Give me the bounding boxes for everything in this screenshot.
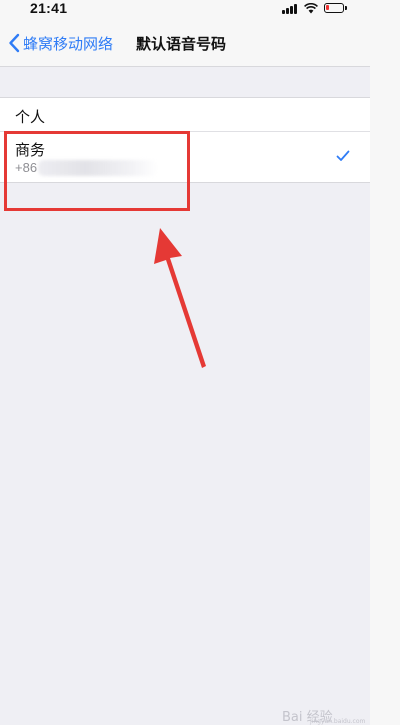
status-time: 21:41: [30, 0, 68, 16]
battery-icon: [324, 3, 347, 13]
cellular-signal-icon: [282, 3, 300, 14]
section-spacer: [0, 67, 370, 97]
watermark-url: jingyan.baidu.com: [310, 718, 366, 725]
page-title: 默认语音号码: [136, 36, 227, 53]
back-button-label: 蜂窝移动网络: [23, 35, 114, 53]
list-item-personal[interactable]: 个人: [0, 98, 370, 132]
annotation-arrow-icon: [154, 228, 206, 368]
battery-level: [326, 5, 329, 10]
wifi-icon: [304, 3, 318, 14]
chevron-left-icon: [9, 33, 20, 53]
phone-screen: 21:41 蜂窝移动网络 默认语音号码 个人 商务 +86: [0, 0, 370, 725]
page-background-strip: [370, 0, 400, 725]
list-item-label: 个人: [15, 109, 46, 126]
status-bar: 21:41: [0, 0, 370, 18]
back-button[interactable]: 蜂窝移动网络: [8, 32, 113, 54]
annotation-highlight-box: [4, 131, 190, 211]
navigation-bar: 蜂窝移动网络 默认语音号码: [0, 18, 370, 67]
checkmark-icon: [336, 150, 350, 161]
